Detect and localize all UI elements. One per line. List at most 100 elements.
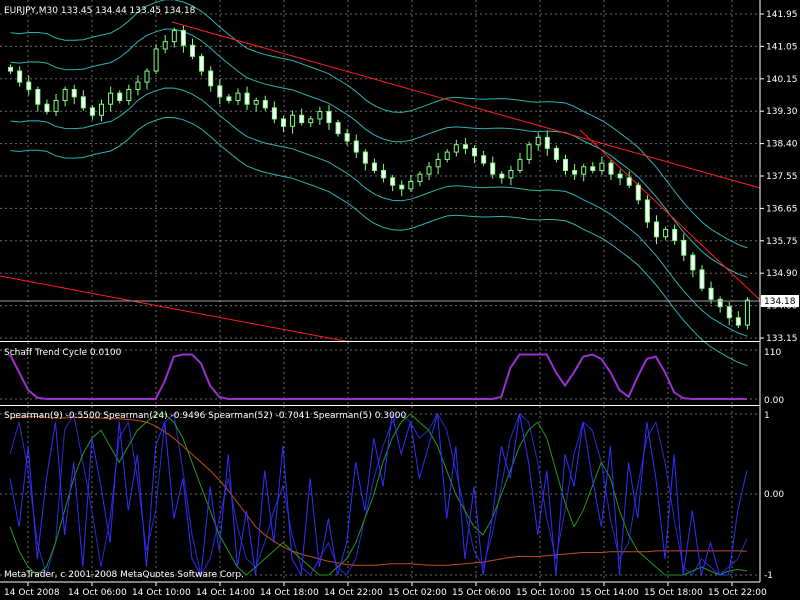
candle[interactable] — [35, 88, 41, 105]
candle[interactable] — [699, 269, 705, 289]
candle[interactable] — [708, 287, 714, 300]
candle[interactable] — [190, 44, 195, 57]
candle[interactable] — [53, 100, 59, 113]
candle[interactable] — [408, 181, 414, 190]
candle[interactable] — [335, 122, 341, 135]
time-tick-label: 15 Oct 06:00 — [452, 588, 511, 598]
time-tick-label: 14 Oct 14:00 — [196, 588, 255, 598]
candle[interactable] — [99, 103, 105, 116]
time-tick-label: 15 Oct 18:00 — [644, 588, 703, 598]
candle[interactable] — [199, 55, 205, 72]
candle[interactable] — [144, 70, 150, 83]
candle[interactable] — [317, 111, 323, 120]
candle[interactable] — [262, 100, 268, 109]
candle[interactable] — [299, 114, 305, 124]
candle[interactable] — [353, 140, 359, 153]
candle[interactable] — [544, 136, 550, 149]
current-price-label: 134.18 — [764, 297, 796, 307]
price-tick-label: 134.90 — [766, 269, 798, 279]
time-tick-label: 14 Oct 06:00 — [68, 588, 127, 598]
candle[interactable] — [499, 173, 505, 179]
candle[interactable] — [563, 158, 568, 171]
candle[interactable] — [290, 114, 296, 127]
candle[interactable] — [108, 92, 114, 105]
candle[interactable] — [162, 41, 168, 50]
candle[interactable] — [608, 162, 614, 175]
time-tick-label: 14 Oct 2008 — [4, 588, 60, 598]
trading-chart[interactable]: EURJPY,M30 133.45 134.44 133.45 134.18 1… — [0, 0, 800, 600]
candle[interactable] — [8, 66, 14, 72]
candle[interactable] — [135, 81, 141, 90]
candle[interactable] — [153, 48, 159, 72]
candle[interactable] — [635, 184, 641, 201]
candle[interactable] — [508, 169, 514, 179]
candle[interactable] — [235, 92, 241, 102]
time-tick-label: 14 Oct 18:00 — [260, 588, 319, 598]
candle[interactable] — [426, 166, 432, 175]
candle[interactable] — [80, 96, 86, 109]
candle[interactable] — [180, 30, 186, 46]
candle[interactable] — [490, 162, 496, 175]
candle[interactable] — [517, 158, 523, 171]
candle[interactable] — [381, 169, 387, 179]
candle[interactable] — [71, 88, 77, 98]
candle[interactable] — [435, 158, 441, 168]
candle[interactable] — [62, 88, 68, 102]
candle[interactable] — [444, 151, 450, 160]
time-tick-label: 15 Oct 14:00 — [580, 588, 639, 598]
candle[interactable] — [553, 147, 559, 160]
candle[interactable] — [626, 177, 632, 186]
candle[interactable] — [644, 199, 650, 223]
candle[interactable] — [344, 133, 350, 142]
candle[interactable] — [226, 96, 232, 102]
candle[interactable] — [280, 118, 286, 127]
candle[interactable] — [44, 103, 50, 113]
candle[interactable] — [399, 184, 405, 190]
time-tick-label: 14 Oct 22:00 — [324, 588, 383, 598]
candle[interactable] — [417, 173, 423, 183]
candle[interactable] — [117, 92, 123, 102]
candle[interactable] — [89, 107, 95, 116]
candle[interactable] — [535, 136, 541, 146]
candle[interactable] — [244, 92, 250, 105]
candle[interactable] — [653, 221, 659, 238]
candle[interactable] — [362, 151, 368, 164]
candle[interactable] — [744, 299, 750, 326]
candle[interactable] — [663, 228, 669, 238]
candle[interactable] — [17, 70, 23, 83]
candle[interactable] — [681, 239, 687, 256]
candle[interactable] — [371, 162, 377, 171]
candle[interactable] — [453, 144, 459, 153]
candle[interactable] — [472, 147, 478, 157]
candle[interactable] — [672, 228, 678, 241]
spearman-label: Spearman(9) -0.5500 Spearman(24) -0.9496… — [4, 411, 406, 421]
candle[interactable] — [526, 144, 532, 160]
price-tick-label: 133.15 — [766, 334, 798, 344]
candle[interactable] — [271, 107, 277, 120]
candle[interactable] — [590, 166, 596, 171]
candle[interactable] — [690, 254, 696, 271]
candle[interactable] — [726, 306, 732, 319]
candle[interactable] — [617, 173, 623, 179]
candle[interactable] — [308, 118, 314, 124]
candle[interactable] — [581, 166, 587, 175]
price-tick-label: 139.30 — [766, 107, 798, 117]
candle[interactable] — [208, 70, 214, 87]
spearman-axis-top: 1 — [764, 411, 770, 421]
candle[interactable] — [217, 85, 223, 98]
price-tick-label: 140.15 — [766, 75, 798, 85]
candle[interactable] — [572, 169, 578, 175]
candle[interactable] — [735, 317, 741, 326]
candle[interactable] — [462, 144, 468, 149]
candle[interactable] — [390, 177, 396, 186]
candle[interactable] — [253, 100, 259, 105]
spearman-axis-mid: 0.00 — [764, 490, 784, 500]
candle[interactable] — [26, 81, 32, 90]
price-tick-label: 135.75 — [766, 237, 798, 247]
candle[interactable] — [481, 155, 487, 164]
candle[interactable] — [126, 88, 132, 102]
candle[interactable] — [171, 30, 177, 43]
candle[interactable] — [326, 111, 332, 124]
candle[interactable] — [599, 162, 605, 171]
candle[interactable] — [717, 298, 723, 308]
